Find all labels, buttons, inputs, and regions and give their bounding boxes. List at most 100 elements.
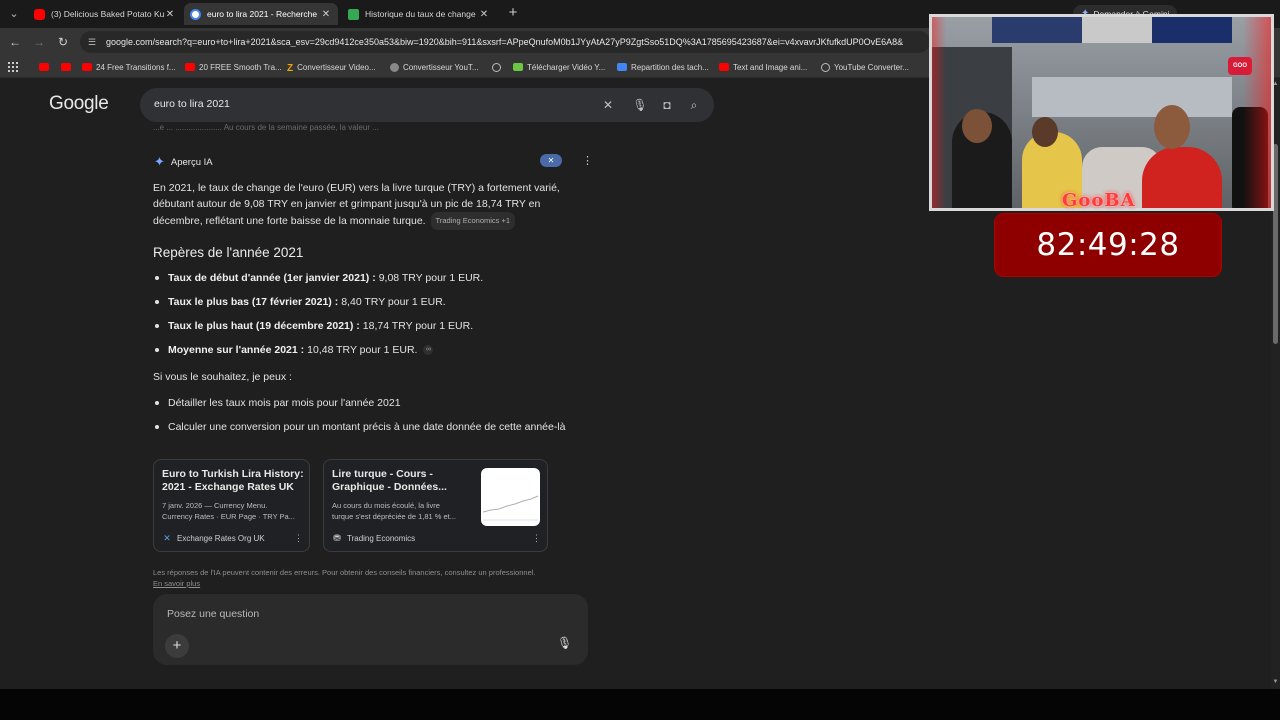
search-input[interactable]: euro to lira 2021 xyxy=(154,98,230,110)
tab-title: (3) Delicious Baked Potato Kum xyxy=(51,9,164,19)
streamer-watermark: GooBA xyxy=(1062,190,1136,211)
webcam-overlay: GOO xyxy=(929,14,1274,211)
site-info-icon[interactable]: ☰ xyxy=(88,37,102,48)
back-icon[interactable]: ← xyxy=(7,34,23,50)
z-icon: Z xyxy=(287,63,294,74)
ai-overview-header: ✦ Aperçu IA xyxy=(154,154,213,170)
more-options-icon[interactable]: ⋮ xyxy=(532,533,541,544)
scroll-down-icon[interactable]: ▼ xyxy=(1272,679,1279,685)
bookmark-smooth[interactable]: 20 FREE Smooth Tra... xyxy=(185,60,282,74)
card-snippet: 7 janv. 2026 — Currency Menu. Currency Ra… xyxy=(162,501,295,521)
list-item: Moyenne sur l'année 2021 :10,48 TRY pour… xyxy=(155,344,434,356)
close-icon[interactable]: ✕ xyxy=(478,9,490,20)
close-icon[interactable]: ✕ xyxy=(320,9,332,20)
ai-disclaimer: Les réponses de l'IA peuvent contenir de… xyxy=(153,567,536,589)
search-box[interactable]: euro to lira 2021 ✕ 🎙︎ ◘ ⌕ xyxy=(140,88,714,122)
sparkle-icon: ✦ xyxy=(154,154,165,169)
doc-icon xyxy=(617,63,627,71)
more-options-icon[interactable]: ⋮ xyxy=(582,154,593,167)
list-item: Taux le plus bas (17 février 2021) :8,40… xyxy=(155,296,446,308)
bookmark-youtube-2[interactable] xyxy=(61,60,75,74)
sheets-icon xyxy=(348,8,359,20)
screen-bottom-bar xyxy=(0,689,1280,720)
more-options-icon[interactable]: ⋮ xyxy=(294,533,303,544)
list-item: Détailler les taux mois par mois pour l'… xyxy=(155,397,401,409)
camera-lens-icon[interactable]: ◘ xyxy=(659,97,675,113)
learn-more-link[interactable]: En savoir plus xyxy=(153,579,200,588)
followup-text: Calculer une conversion pour un montant … xyxy=(168,421,566,433)
tab-title: Historique du taux de change xyxy=(365,9,476,19)
bullet-label: Taux de début d'année (1er janvier 2021)… xyxy=(168,272,376,284)
list-item: Calculer une conversion pour un montant … xyxy=(155,421,566,433)
section-heading: Repères de l'année 2021 xyxy=(153,245,304,260)
bookmark-text-image[interactable]: Text and Image ani... xyxy=(719,60,807,74)
globe-icon xyxy=(821,62,830,72)
bookmark-download[interactable]: Télécharger Vidéo Y... xyxy=(513,60,605,74)
url-text: google.com/search?q=euro+to+lira+2021&sc… xyxy=(106,37,904,47)
globe-icon xyxy=(492,62,501,72)
followup-intro: Si vous le souhaitez, je peux : xyxy=(153,371,292,383)
bookmark-globe[interactable] xyxy=(492,60,505,74)
forward-icon[interactable]: → xyxy=(31,34,47,50)
disclaimer-text: Les réponses de l'IA peuvent contenir de… xyxy=(153,568,536,577)
bullet-label: Moyenne sur l'année 2021 : xyxy=(168,344,305,356)
reload-icon[interactable]: ↻ xyxy=(55,34,71,50)
youtube-icon xyxy=(185,63,195,71)
clear-icon[interactable]: ✕ xyxy=(600,97,616,113)
microphone-icon[interactable]: 🎙︎ xyxy=(632,97,648,113)
add-icon[interactable]: + xyxy=(165,634,189,658)
globe-icon xyxy=(390,62,399,72)
bookmark-label: Repartition des tach... xyxy=(631,62,709,72)
bookmark-label: 20 FREE Smooth Tra... xyxy=(199,62,282,72)
tab-title: euro to lira 2021 - Recherche G xyxy=(207,9,320,19)
list-item: Taux de début d'année (1er janvier 2021)… xyxy=(155,272,483,284)
bookmark-label: YouTube Converter... xyxy=(834,62,910,72)
previous-result-text: ...e ... ..................... Au cours … xyxy=(153,123,379,132)
bookmark-youtube-1[interactable] xyxy=(39,60,53,74)
bookmark-repartition[interactable]: Repartition des tach... xyxy=(617,60,709,74)
bookmark-label: 24 Free Transitions f... xyxy=(96,62,176,72)
search-icon[interactable]: ⌕ xyxy=(686,97,702,113)
bullet-value: 9,08 TRY pour 1 EUR. xyxy=(378,272,484,284)
link-icon[interactable]: ∞ xyxy=(423,345,434,355)
source-card-trading-economics[interactable]: Lire turque - Cours - Graphique - Données… xyxy=(323,459,548,552)
tab-youtube[interactable]: (3) Delicious Baked Potato Kum ✕ xyxy=(28,3,182,25)
bookmark-label: Text and Image ani... xyxy=(733,62,808,72)
ai-overview-actions: ✕ ⋮ xyxy=(540,154,593,167)
bullet-value: 18,74 TRY pour 1 EUR. xyxy=(362,320,474,332)
bookmark-convert-youtube[interactable]: Convertisseur YouT... xyxy=(390,60,479,74)
ask-followup-box[interactable]: Posez une question + 🎙︎ xyxy=(153,594,588,665)
source-card-exchange-rates[interactable]: Euro to Turkish Lira History: 2021 - Exch… xyxy=(153,459,310,552)
tab-search-icon[interactable]: ⌄ xyxy=(6,6,22,22)
bullet-value: 8,40 TRY pour 1 EUR. xyxy=(341,296,446,308)
trading-economics-icon: ⛃ xyxy=(333,533,341,543)
bullet-label: Taux le plus haut (19 décembre 2021) : xyxy=(168,320,360,332)
bookmark-label: Convertisseur Video... xyxy=(297,62,376,72)
card-snippet: Au cours du mois écoulé, la livre turque … xyxy=(332,501,457,521)
bookmark-label: Convertisseur YouT... xyxy=(403,62,479,72)
new-tab-button[interactable]: + xyxy=(505,5,521,21)
apps-grid-icon[interactable] xyxy=(8,62,18,72)
card-source: ✕ Exchange Rates Org UK xyxy=(163,533,265,543)
ask-input[interactable]: Posez une question xyxy=(167,608,259,620)
microphone-icon[interactable]: 🎙︎ xyxy=(557,636,572,654)
card-source: ⛃ Trading Economics xyxy=(333,533,416,543)
bookmark-yt-converter[interactable]: YouTube Converter... xyxy=(821,60,909,74)
bookmark-label: Télécharger Vidéo Y... xyxy=(527,62,606,72)
bullet-value: 10,48 TRY pour 1 EUR. xyxy=(307,344,418,356)
youtube-icon xyxy=(61,63,71,71)
youtube-icon xyxy=(82,63,92,71)
ai-overview-summary: En 2021, le taux de change de l'euro (EU… xyxy=(153,180,583,230)
google-icon xyxy=(190,8,201,20)
google-logo[interactable]: Google xyxy=(49,93,109,115)
bookmark-transitions[interactable]: 24 Free Transitions f... xyxy=(82,60,176,74)
sources-badge-icon[interactable]: ✕ xyxy=(540,154,562,167)
card-title: Euro to Turkish Lira History: 2021 - Exch… xyxy=(162,468,304,493)
tab-google-search[interactable]: euro to lira 2021 - Recherche G ✕ xyxy=(184,3,338,25)
address-bar[interactable]: ☰ google.com/search?q=euro+to+lira+2021&… xyxy=(80,31,930,53)
bookmark-convert-video[interactable]: Z Convertisseur Video... xyxy=(287,60,376,75)
youtube-icon xyxy=(719,63,729,71)
source-chip[interactable]: Trading Economics +1 xyxy=(430,212,516,230)
close-icon[interactable]: ✕ xyxy=(164,9,176,20)
tab-historique[interactable]: Historique du taux de change ✕ xyxy=(342,3,496,25)
